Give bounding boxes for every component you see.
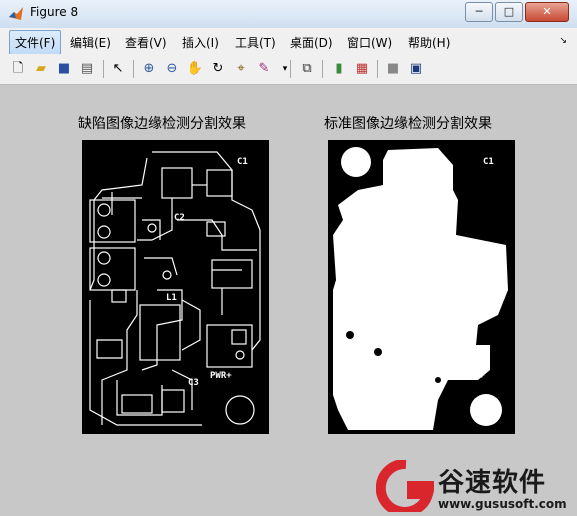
defect-edge-image: C1 C2 L1 C3 PWR+ — [89, 151, 261, 426]
show-plot-tools-icon[interactable]: ▣ — [407, 60, 425, 78]
standard-segmentation-image: C1 PWR+ — [333, 147, 508, 430]
label-pwr: PWR+ — [463, 371, 485, 381]
axes-title-standard: 标准图像边缘检测分割效果 — [324, 116, 492, 132]
menu-edit[interactable]: 编辑(E) — [65, 32, 116, 53]
brand-name: 谷速软件 — [438, 468, 547, 498]
menu-window[interactable]: 窗口(W) — [342, 32, 397, 53]
label-l1: L1 — [166, 293, 177, 303]
pan-icon[interactable]: ✋ — [186, 60, 204, 78]
rotate-3d-icon[interactable]: ↻ — [209, 60, 227, 78]
watermark: 谷速软件 www.gususoft.com — [375, 458, 576, 516]
colorbar-icon[interactable]: ▮ — [330, 60, 348, 78]
maximize-button[interactable]: □ — [495, 2, 523, 22]
zoom-in-icon[interactable]: ⊕ — [140, 60, 158, 78]
chevron-down-icon[interactable]: ▾ — [276, 60, 294, 78]
menu-help[interactable]: 帮助(H) — [403, 32, 455, 53]
axes-defect-image[interactable]: C1 C2 L1 C3 PWR+ — [82, 140, 269, 434]
label-pwr: PWR+ — [210, 371, 232, 381]
title-bar: Figure 8 ─ □ ✕ — [0, 0, 577, 29]
toolbar: 🗋 ▰ ■ ▤ ↖ ⊕ ⊖ ✋ ↻ ⌖ ✎ ▾ ⧉ ▮ ▦ ■ ▣ — [0, 54, 577, 85]
menu-tools[interactable]: 工具(T) — [230, 32, 281, 53]
new-file-icon[interactable]: 🗋 — [9, 60, 27, 78]
pointer-icon[interactable]: ↖ — [109, 60, 127, 78]
dock-pin-icon[interactable]: ↘ — [559, 36, 567, 46]
brand-logo — [375, 458, 437, 516]
label-c3: C3 — [188, 378, 199, 388]
label-c1: C1 — [237, 157, 248, 167]
axes-standard-image[interactable]: C1 PWR+ — [328, 140, 515, 434]
link-plot-icon[interactable]: ⧉ — [298, 60, 316, 78]
save-icon[interactable]: ■ — [55, 60, 73, 78]
menu-insert[interactable]: 插入(I) — [177, 32, 224, 53]
brand-url: www.gususoft.com — [438, 497, 567, 511]
window-title: Figure 8 — [30, 5, 79, 19]
close-button[interactable]: ✕ — [525, 2, 569, 22]
label-c1: C1 — [483, 157, 494, 167]
menu-file[interactable]: 文件(F) — [9, 30, 62, 55]
label-c2: C2 — [174, 213, 185, 223]
menu-view[interactable]: 查看(V) — [120, 32, 172, 53]
axes-title-defect: 缺陷图像边缘检测分割效果 — [78, 116, 246, 132]
open-folder-icon[interactable]: ▰ — [32, 60, 50, 78]
menu-bar: 文件(F) 编辑(E) 查看(V) 插入(I) 工具(T) 桌面(D) 窗口(W… — [0, 28, 577, 55]
menu-desktop[interactable]: 桌面(D) — [285, 32, 338, 53]
zoom-out-icon[interactable]: ⊖ — [163, 60, 181, 78]
print-icon[interactable]: ▤ — [78, 60, 96, 78]
brush-icon[interactable]: ✎ — [255, 60, 273, 78]
hide-plot-tools-icon[interactable]: ■ — [384, 60, 402, 78]
legend-icon[interactable]: ▦ — [353, 60, 371, 78]
matlab-icon — [9, 7, 23, 20]
minimize-button[interactable]: ─ — [465, 2, 493, 22]
data-cursor-icon[interactable]: ⌖ — [232, 60, 250, 78]
